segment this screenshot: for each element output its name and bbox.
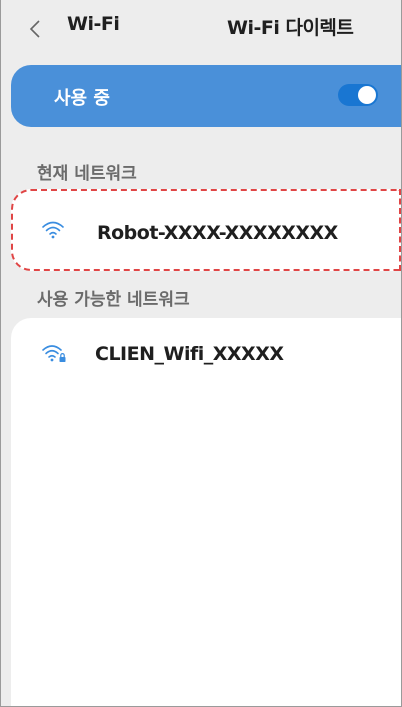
page-title: Wi-Fi	[67, 13, 120, 35]
current-network-item[interactable]: Robot-XXXX-XXXXXXXX	[11, 189, 401, 271]
wifi-toggle-card: 사용 중	[11, 65, 401, 127]
wifi-settings-screen: Wi-Fi Wi-Fi 다이렉트 사용 중 현재 네트워크 Robot-XXXX…	[0, 0, 402, 707]
wifi-icon	[42, 221, 64, 239]
wifi-toggle-switch[interactable]	[338, 84, 378, 106]
switch-thumb	[358, 86, 376, 104]
wifi-toggle-label: 사용 중	[54, 88, 110, 109]
available-networks-list: CLIEN_Wifi_XXXXX	[11, 318, 401, 706]
back-arrow-icon[interactable]	[25, 17, 47, 41]
available-networks-heading: 사용 가능한 네트워크	[37, 290, 190, 310]
available-network-item[interactable]: CLIEN_Wifi_XXXXX	[11, 328, 401, 378]
wifi-direct-link[interactable]: Wi-Fi 다이렉트	[227, 13, 354, 40]
current-network-name: Robot-XXXX-XXXXXXXX	[97, 222, 338, 244]
header: Wi-Fi Wi-Fi 다이렉트	[1, 0, 401, 58]
current-network-heading: 현재 네트워크	[37, 164, 137, 184]
available-network-name: CLIEN_Wifi_XXXXX	[95, 343, 284, 365]
wifi-lock-icon	[42, 345, 66, 362]
